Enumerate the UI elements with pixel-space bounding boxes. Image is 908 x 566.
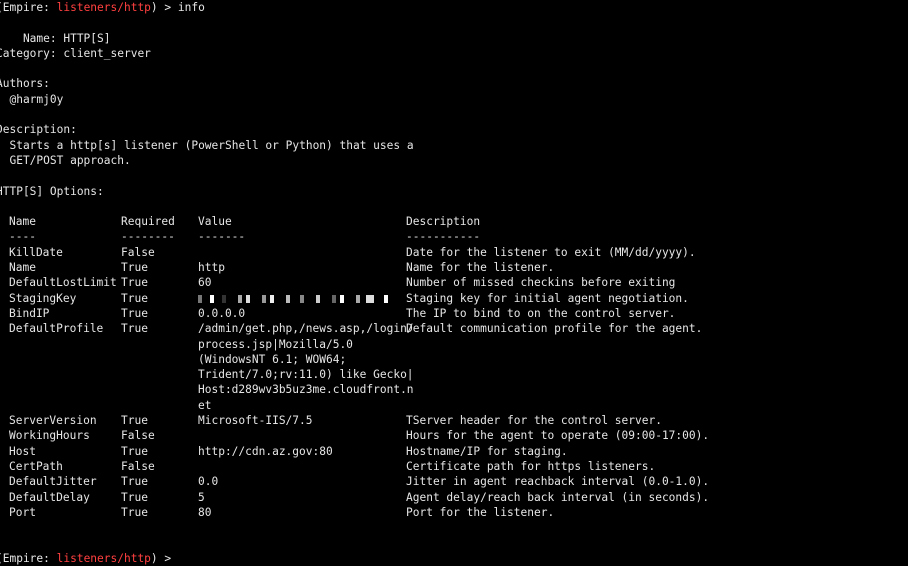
option-description: The IP to bind to on the control server.	[406, 306, 676, 320]
table-row: KillDate False Date for the listener to …	[0, 245, 908, 260]
option-value: http://cdn.az.gov:80	[198, 444, 333, 458]
profile-continuation: et	[198, 398, 212, 412]
table-row: ServerVersion True Microsoft-IIS/7.5 TSe…	[0, 413, 908, 428]
category-line: Category: client_server	[0, 46, 151, 60]
table-header: Name Required Value Description	[0, 214, 908, 229]
option-required: True	[121, 490, 148, 504]
divider-value: -------	[198, 230, 246, 244]
option-value: 80	[198, 505, 212, 519]
col-value-header: Value	[198, 215, 232, 229]
option-value	[198, 459, 406, 474]
table-row: Port True 80 Port for the listener.	[0, 505, 908, 520]
option-name: CertPath	[9, 459, 63, 473]
table-row: Host True http://cdn.az.gov:80 Hostname/…	[0, 444, 908, 459]
redacted-staging-key	[198, 291, 406, 306]
option-description: Default communication profile for the ag…	[406, 322, 703, 336]
option-required: True	[121, 475, 148, 489]
option-value: 60	[198, 276, 212, 290]
options-header: HTTP[S] Options:	[0, 184, 104, 198]
prompt-close: ) >	[150, 1, 178, 14]
option-name: DefaultProfile	[9, 322, 104, 336]
option-name: KillDate	[9, 245, 63, 259]
table-row: DefaultLostLimit True 60 Number of misse…	[0, 275, 908, 290]
option-required: True	[121, 444, 148, 458]
option-name: ServerVersion	[9, 414, 97, 428]
divider-required: --------	[121, 230, 175, 244]
prompt-line[interactable]: (Empire: listeners/http) >	[0, 551, 908, 566]
option-description: TServer header for the control server.	[406, 414, 662, 428]
command-text: info	[177, 1, 205, 14]
profile-continuation: (WindowsNT 6.1; WOW64;	[198, 352, 347, 366]
redaction-pixels	[198, 294, 398, 303]
col-name-header: Name	[9, 215, 36, 229]
option-required: True	[121, 322, 148, 336]
option-name: DefaultDelay	[9, 490, 90, 504]
table-row: DefaultDelay True 5 Agent delay/reach ba…	[0, 490, 908, 505]
option-description: Staging key for initial agent negotiatio…	[406, 291, 689, 305]
divider-name: ----	[9, 230, 36, 244]
option-description: Hostname/IP for staging.	[406, 444, 568, 458]
option-name: DefaultLostLimit	[9, 276, 117, 290]
option-value	[198, 245, 406, 260]
table-row: WorkingHours False Hours for the agent t…	[0, 428, 908, 443]
option-description: Jitter in agent reachback interval (0.0-…	[406, 475, 710, 489]
option-required: True	[121, 276, 148, 290]
option-description: Date for the listener to exit (MM/dd/yyy…	[406, 245, 696, 259]
terminal-window[interactable]: (Empire: listeners/http) > info Name: HT…	[0, 0, 908, 566]
option-name: WorkingHours	[9, 429, 90, 443]
description-line: GET/POST approach.	[0, 153, 131, 167]
option-description: Agent delay/reach back interval (in seco…	[406, 490, 710, 504]
table-row: BindIP True 0.0.0.0 The IP to bind to on…	[0, 306, 908, 321]
option-value: 0.0	[198, 475, 219, 489]
description-line: Starts a http[s] listener (PowerShell or…	[0, 138, 414, 152]
description-header: Description:	[0, 123, 77, 137]
listener-name-line: Name: HTTP[S]	[0, 31, 111, 45]
option-value: http	[198, 261, 225, 275]
option-name: StagingKey	[9, 291, 77, 305]
option-description: Certificate path for https listeners.	[406, 459, 656, 473]
option-value: 0.0.0.0	[198, 306, 246, 320]
profile-continuation: Trident/7.0;rv:11.0) like Gecko|	[198, 368, 414, 382]
option-required: False	[121, 245, 155, 259]
option-name: BindIP	[9, 306, 50, 320]
option-required: True	[121, 306, 148, 320]
col-description-header: Description	[406, 215, 481, 229]
author-line: @harmj0y	[0, 92, 64, 106]
option-name: Name	[9, 261, 36, 275]
table-divider: ---- -------- ------- -----------	[0, 229, 908, 244]
option-required: True	[121, 261, 148, 275]
option-value: Microsoft-IIS/7.5	[198, 414, 313, 428]
table-row: DefaultProfile True /admin/get.php,/news…	[0, 321, 908, 336]
option-required: True	[121, 414, 148, 428]
authors-header: Authors:	[0, 77, 50, 91]
prompt-open: (Empire:	[0, 1, 57, 14]
option-name: DefaultJitter	[9, 475, 97, 489]
table-row: Name True http Name for the listener.	[0, 260, 908, 275]
col-required-header: Required	[121, 215, 175, 229]
table-row: StagingKey True Staging key for initial …	[0, 291, 908, 306]
option-value: /admin/get.php,/news.asp,/login/	[198, 322, 414, 336]
option-description: Name for the listener.	[406, 261, 555, 275]
option-value	[198, 428, 406, 443]
option-required: False	[121, 429, 155, 443]
table-row: CertPath False Certificate path for http…	[0, 459, 908, 474]
option-description: Number of missed checkins before exiting	[406, 276, 676, 290]
profile-continuation: Host:d289wv3b5uz3me.cloudfront.n	[198, 383, 414, 397]
prompt-line: (Empire: listeners/http) > info	[0, 0, 908, 15]
option-name: Port	[9, 505, 36, 519]
option-description: Port for the listener.	[406, 505, 555, 519]
option-required: True	[121, 505, 148, 519]
profile-continuation: process.jsp|Mozilla/5.0	[198, 337, 353, 351]
option-description: Hours for the agent to operate (09:00-17…	[406, 429, 710, 443]
table-row: DefaultJitter True 0.0 Jitter in agent r…	[0, 474, 908, 489]
prompt-module: listeners/http	[56, 1, 151, 14]
divider-description: -----------	[406, 230, 481, 244]
option-required: True	[121, 291, 148, 305]
option-value: 5	[198, 490, 205, 504]
option-required: False	[121, 459, 155, 473]
option-name: Host	[9, 444, 36, 458]
